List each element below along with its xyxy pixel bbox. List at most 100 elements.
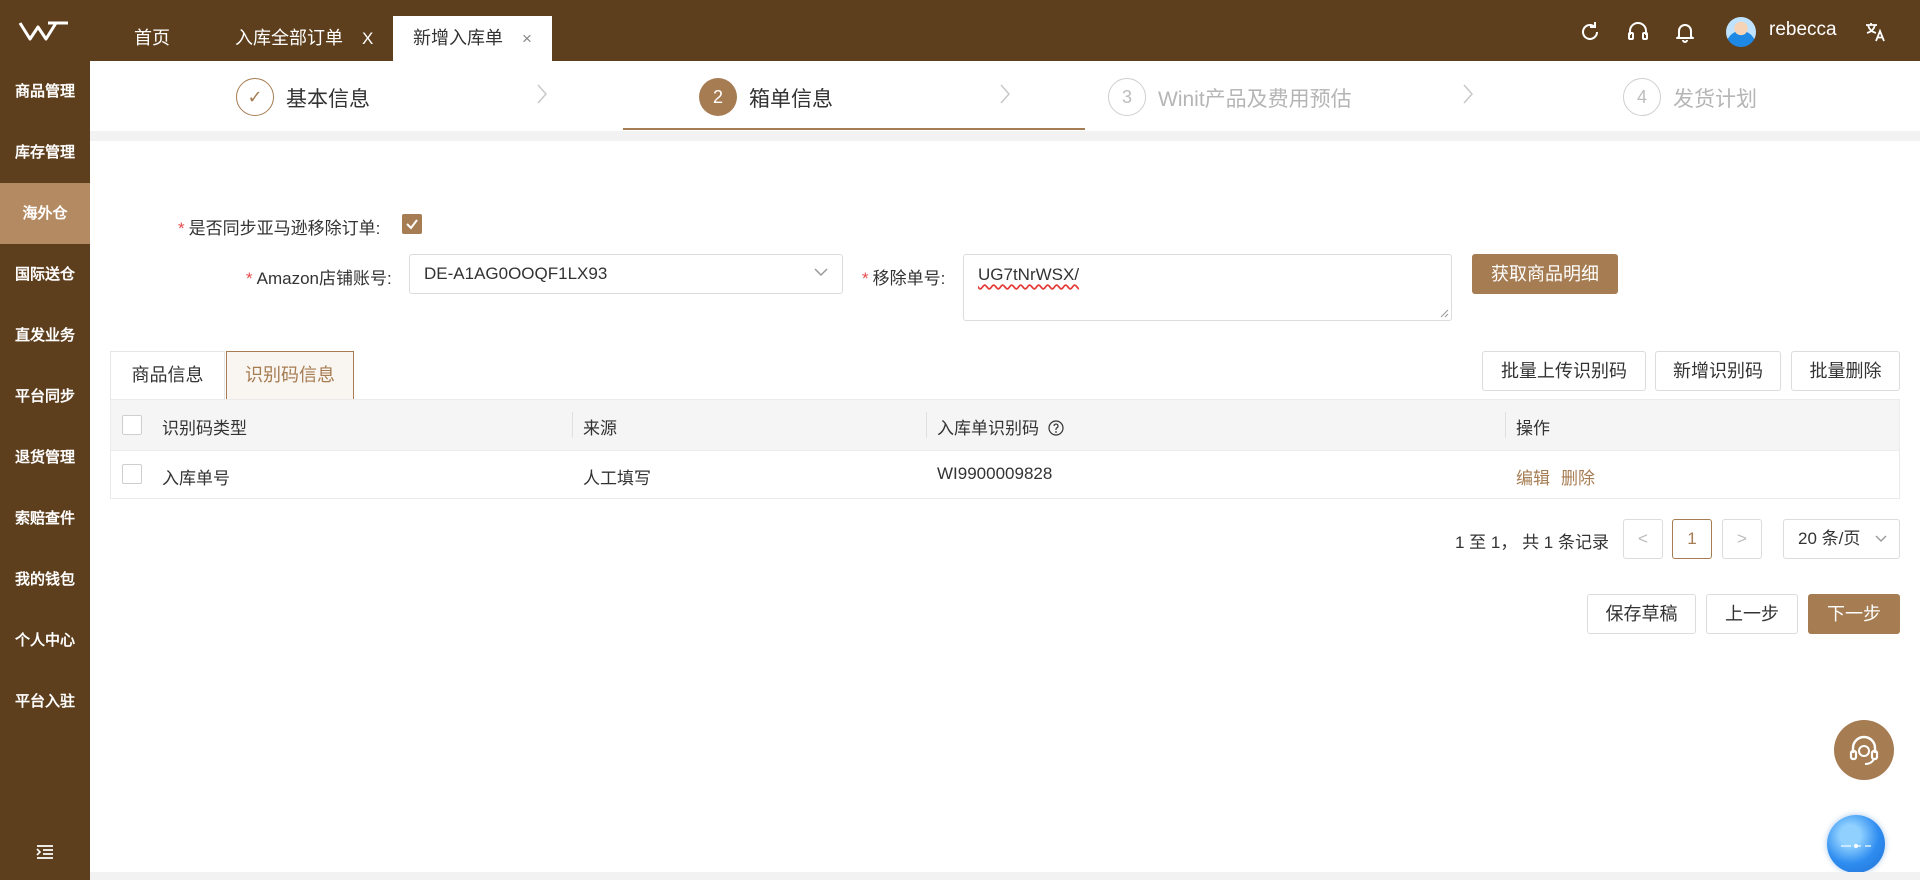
sidebar-item-returns[interactable]: 退货管理 (0, 427, 90, 488)
step-4-label: 发货计划 (1673, 88, 1757, 111)
chevron-right-icon (537, 84, 548, 104)
edit-link[interactable]: 编辑 (1516, 464, 1550, 489)
amazon-store-label: * Amazon店铺账号: (246, 264, 392, 289)
sidebar-item-claims[interactable]: 索赔查件 (0, 488, 90, 549)
tab-inbound-orders[interactable]: 入库全部订单 X (235, 16, 373, 61)
check-icon (406, 219, 418, 230)
pagination-summary: 1 至 1， 共 1 条记录 (1455, 533, 1609, 552)
table-header: 识别码类型 来源 入库单识别码 操作 (111, 400, 1899, 450)
page-1-button[interactable]: 1 (1672, 519, 1712, 559)
headset-icon[interactable] (1626, 20, 1650, 44)
translate-icon[interactable] (1864, 20, 1888, 44)
removal-order-label: * 移除单号: (862, 264, 945, 289)
amazon-store-label-text: Amazon店铺账号: (256, 269, 392, 288)
chevron-right-icon (1000, 84, 1011, 104)
sidebar-item-platform-onboarding[interactable]: 平台入驻 (0, 671, 90, 732)
identifier-table: 识别码类型 来源 入库单识别码 操作 入库单号 人工填写 WI990000982… (110, 399, 1900, 499)
column-divider (572, 412, 573, 438)
cell-source: 人工填写 (583, 469, 651, 488)
step-1-label: 基本信息 (286, 88, 370, 111)
resize-handle-icon[interactable] (1439, 308, 1449, 318)
prev-page-button[interactable]: < (1623, 519, 1663, 559)
step-3-label: Winit产品及费用预估 (1158, 88, 1352, 111)
column-header-inbound-code: 入库单识别码 (937, 414, 1064, 439)
assistant-bubble-button[interactable] (1827, 815, 1885, 873)
table-row: 入库单号 人工填写 WI9900009828 编辑 删除 (111, 450, 1899, 498)
sidebar-item-international-delivery[interactable]: 国际送仓 (0, 244, 90, 305)
sidebar-item-product[interactable]: 商品管理 (0, 61, 90, 122)
fetch-product-details-button[interactable]: 获取商品明细 (1472, 254, 1618, 294)
bell-icon[interactable] (1673, 20, 1697, 44)
removal-order-value: UG7tNrWSX/ (978, 265, 1080, 284)
sidebar-item-overseas-warehouse[interactable]: 海外仓 (0, 183, 90, 244)
removal-order-textarea[interactable]: UG7tNrWSX/ (963, 254, 1452, 321)
cell-type: 入库单号 (162, 469, 230, 488)
prev-step-button[interactable]: 上一步 (1706, 594, 1798, 634)
headset-icon (1849, 735, 1879, 765)
select-all-checkbox[interactable] (122, 415, 142, 435)
username[interactable]: rebecca (1769, 19, 1837, 41)
customer-service-button[interactable] (1834, 720, 1894, 780)
step-3-circle: 3 (1108, 78, 1146, 116)
amazon-store-select[interactable]: DE-A1AG0OOQF1LX93 (409, 254, 843, 294)
close-icon[interactable]: X (362, 17, 373, 61)
assistant-icon (1841, 844, 1871, 848)
sidebar-item-direct-shipping[interactable]: 直发业务 (0, 305, 90, 366)
sync-amazon-label-text: 是否同步亚马逊移除订单: (188, 219, 381, 238)
active-step-underline (623, 128, 1085, 130)
sidebar-item-inventory[interactable]: 库存管理 (0, 122, 90, 183)
logo-icon[interactable] (18, 20, 70, 42)
tab-home[interactable]: 首页 (134, 16, 170, 61)
sidebar-item-wallet[interactable]: 我的钱包 (0, 549, 90, 610)
chevron-right-icon (1463, 84, 1474, 104)
step-2-circle: 2 (699, 78, 737, 116)
step-indicator: ✓ 基本信息 2 箱单信息 3 Winit产品及费用预估 4 发货计划 (90, 61, 1920, 131)
tab-home-label: 首页 (134, 28, 170, 48)
batch-upload-codes-button[interactable]: 批量上传识别码 (1482, 351, 1646, 391)
divider (90, 131, 1920, 141)
chevron-down-icon (814, 268, 828, 277)
sidebar-item-profile[interactable]: 个人中心 (0, 610, 90, 671)
amazon-store-value: DE-A1AG0OOQF1LX93 (424, 264, 608, 283)
column-header-source: 来源 (583, 419, 617, 438)
page-size-select[interactable]: 20 条/页 (1783, 519, 1900, 559)
removal-order-label-text: 移除单号: (872, 269, 946, 288)
step-1-check-icon: ✓ (236, 78, 274, 116)
column-header-type: 识别码类型 (162, 419, 247, 438)
tab-new-inbound-label: 新增入库单 (413, 28, 503, 48)
step-4-circle: 4 (1623, 78, 1661, 116)
chevron-down-icon (1875, 535, 1887, 542)
cell-inbound-code: WI9900009828 (937, 464, 1053, 483)
column-header-inbound-code-text: 入库单识别码 (937, 419, 1039, 438)
collapse-menu-icon[interactable] (36, 844, 54, 860)
tab-new-inbound[interactable]: 新增入库单 × (393, 16, 552, 61)
batch-delete-button[interactable]: 批量删除 (1791, 351, 1900, 391)
step-2-label: 箱单信息 (749, 88, 833, 111)
save-draft-button[interactable]: 保存草稿 (1587, 594, 1696, 634)
tab-product-info[interactable]: 商品信息 (110, 351, 225, 399)
delete-link[interactable]: 删除 (1561, 464, 1595, 489)
required-mark: * (246, 269, 253, 288)
required-mark: * (862, 269, 869, 288)
avatar[interactable] (1726, 17, 1756, 47)
bottom-divider (90, 872, 1920, 880)
tab-inbound-orders-label: 入库全部订单 (235, 28, 343, 48)
row-checkbox[interactable] (122, 464, 142, 484)
add-code-button[interactable]: 新增识别码 (1655, 351, 1781, 391)
refresh-icon[interactable] (1578, 20, 1602, 44)
top-bar: 首页 入库全部订单 X 新增入库单 × rebecca (0, 0, 1920, 61)
sidebar-item-platform-sync[interactable]: 平台同步 (0, 366, 90, 427)
column-divider (1505, 412, 1506, 438)
column-divider (926, 412, 927, 438)
close-icon[interactable]: × (522, 17, 532, 61)
help-icon[interactable] (1048, 420, 1064, 436)
sync-amazon-checkbox[interactable] (402, 214, 422, 234)
tab-identifier-info[interactable]: 识别码信息 (226, 351, 354, 399)
column-header-actions: 操作 (1516, 419, 1550, 438)
required-mark: * (178, 219, 185, 238)
page-size-value: 20 条/页 (1798, 529, 1861, 548)
next-step-button[interactable]: 下一步 (1808, 594, 1900, 634)
next-page-button[interactable]: > (1722, 519, 1762, 559)
sidebar: 商品管理 库存管理 海外仓 国际送仓 直发业务 平台同步 退货管理 索赔查件 我… (0, 61, 90, 880)
sync-amazon-label: * 是否同步亚马逊移除订单: (178, 214, 380, 239)
